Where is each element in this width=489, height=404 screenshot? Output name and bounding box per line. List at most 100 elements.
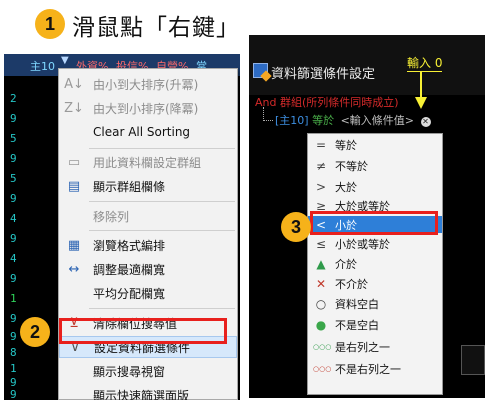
operator-not-between[interactable]: ✕ 不介於 bbox=[308, 275, 442, 292]
operator-between[interactable]: ▲ 介於 bbox=[308, 255, 442, 272]
operator-label: 是右列之一 bbox=[335, 340, 390, 354]
row-number: 8 bbox=[10, 346, 17, 359]
dialog-title: 資料篩選條件設定 bbox=[271, 67, 376, 82]
step-3-badge: 3 bbox=[281, 212, 311, 242]
menu-item-label: 顯示搜尋視窗 bbox=[93, 364, 166, 379]
operator-not-equal[interactable]: ≠ 不等於 bbox=[308, 157, 442, 174]
menu-separator bbox=[89, 308, 235, 309]
filled-circle-icon: ● bbox=[315, 317, 327, 332]
group-panel-icon: ▤ bbox=[67, 178, 81, 194]
row-number: 4 bbox=[10, 212, 17, 225]
format-icon: ▦ bbox=[67, 237, 81, 253]
highlight-box-less-than bbox=[310, 211, 438, 235]
menu-separator bbox=[89, 230, 235, 231]
less-equal-icon: ≤ bbox=[315, 236, 327, 251]
not-in-list-icon: ○○○ bbox=[313, 364, 332, 373]
operator-not-in-list[interactable]: ○○○ 不是右列之一 bbox=[308, 360, 442, 377]
menu-item-remove-column[interactable]: 移除列 bbox=[59, 205, 237, 227]
operator-is-blank[interactable]: ○ 資料空白 bbox=[308, 295, 442, 312]
row-number: 5 bbox=[10, 172, 17, 185]
menu-separator bbox=[89, 148, 235, 149]
operator-dropdown: = 等於 ≠ 不等於 > 大於 ≥ 大於或等於 < 小於 ≤ 小於或等於 ▲ 介… bbox=[307, 133, 443, 395]
menu-item-label: 顯示群組欄條 bbox=[93, 179, 166, 194]
operator-label: 不是空白 bbox=[335, 318, 379, 332]
step-2-badge: 2 bbox=[20, 317, 50, 347]
fit-width-icon: ↔ bbox=[68, 261, 80, 277]
row-number: 9 bbox=[10, 232, 17, 245]
operator-label: 大於 bbox=[335, 180, 357, 194]
menu-item-distribute-width[interactable]: 平均分配欄寬 bbox=[59, 282, 237, 304]
blank-circle-icon: ○ bbox=[315, 296, 327, 311]
operator-label: 不等於 bbox=[335, 159, 368, 173]
row-number: 9 bbox=[10, 312, 17, 325]
step-1-badge: 1 bbox=[35, 9, 65, 39]
operator-in-list[interactable]: ○○○ 是右列之一 bbox=[308, 338, 442, 355]
context-menu: A↓ 由小到大排序(升冪) Z↓ 由大到小排序(降冪) Clear All So… bbox=[58, 68, 238, 400]
dialog-title-bar: 資料篩選條件設定 輸入 0 bbox=[249, 35, 485, 95]
sort-descending-icon: Z↓ bbox=[64, 100, 84, 116]
condition-value-input[interactable]: <輸入條件值> bbox=[341, 114, 414, 127]
row-number: 9 bbox=[10, 272, 17, 285]
side-panel-edge bbox=[461, 345, 485, 375]
menu-item-browse-format[interactable]: ▦ 瀏覽格式編排 bbox=[59, 234, 237, 256]
filter-condition-row[interactable]: [主10] 等於 <輸入條件值> ✕ bbox=[275, 112, 431, 128]
row-number: 9 bbox=[10, 152, 17, 165]
operator-label: 不介於 bbox=[335, 277, 368, 291]
operator-label: 不是右列之一 bbox=[335, 362, 401, 376]
row-number: 4 bbox=[10, 252, 17, 265]
operator-not-blank[interactable]: ● 不是空白 bbox=[308, 316, 442, 333]
row-number: 9 bbox=[10, 388, 17, 400]
row-number: 1 bbox=[10, 292, 17, 305]
not-equal-icon: ≠ bbox=[315, 158, 327, 173]
operator-greater[interactable]: > 大於 bbox=[308, 178, 442, 195]
menu-item-group-by-column[interactable]: ▭ 用此資料欄設定群組 bbox=[59, 151, 237, 173]
operator-label: 資料空白 bbox=[335, 297, 379, 311]
menu-item-label: 平均分配欄寬 bbox=[93, 286, 166, 301]
menu-item-label: 瀏覽格式編排 bbox=[93, 238, 166, 253]
down-arrow-icon bbox=[415, 71, 427, 109]
menu-item-label: 顯示快速篩選面版 bbox=[93, 388, 190, 401]
input-note-label: 輸入 0 bbox=[407, 56, 443, 72]
menu-item-label: 由小到大排序(升冪) bbox=[93, 77, 199, 92]
menu-item-clear-sorting[interactable]: Clear All Sorting bbox=[59, 121, 237, 143]
menu-item-label: 用此資料欄設定群組 bbox=[93, 155, 202, 170]
highlight-box-set-filter bbox=[59, 318, 227, 344]
row-number: 9 bbox=[10, 112, 17, 125]
menu-item-sort-descending[interactable]: Z↓ 由大到小排序(降冪) bbox=[59, 97, 237, 119]
tree-connector bbox=[263, 107, 273, 121]
menu-item-label: 調整最適欄寬 bbox=[93, 262, 166, 277]
between-icon: ▲ bbox=[316, 256, 326, 271]
menu-item-label: Clear All Sorting bbox=[93, 125, 191, 139]
not-between-icon: ✕ bbox=[315, 276, 327, 291]
operator-label: 小於或等於 bbox=[335, 237, 390, 251]
greater-icon: > bbox=[315, 179, 327, 194]
data-grid-screenshot: 主10 ▼ 外資% 投信% 自營% 當 2 9 5 9 5 9 4 9 4 9 … bbox=[4, 54, 240, 400]
menu-item-show-quick-filter[interactable]: 顯示快速篩選面版 bbox=[59, 384, 237, 401]
menu-item-label: 移除列 bbox=[93, 209, 130, 224]
row-number: 9 bbox=[10, 192, 17, 205]
operator-label: 介於 bbox=[335, 257, 357, 271]
condition-field[interactable]: [主10] bbox=[275, 114, 309, 127]
operator-label: 等於 bbox=[335, 138, 357, 152]
menu-item-show-group-panel[interactable]: ▤ 顯示群組欄條 bbox=[59, 175, 237, 197]
row-number: 9 bbox=[10, 330, 17, 343]
menu-item-best-fit-width[interactable]: ↔ 調整最適欄寬 bbox=[59, 258, 237, 280]
in-list-icon: ○○○ bbox=[313, 342, 332, 351]
filter-settings-icon bbox=[253, 63, 268, 78]
menu-item-sort-ascending[interactable]: A↓ 由小到大排序(升冪) bbox=[59, 73, 237, 95]
header-cell-main10[interactable]: 主10 bbox=[30, 58, 55, 74]
filter-group-root[interactable]: And 群組(所列條件同時成立) bbox=[255, 94, 399, 110]
menu-separator bbox=[89, 201, 235, 202]
condition-operator[interactable]: 等於 bbox=[312, 114, 334, 127]
operator-equal[interactable]: = 等於 bbox=[308, 136, 442, 153]
equal-icon: = bbox=[315, 137, 327, 152]
menu-item-show-search-window[interactable]: 顯示搜尋視窗 bbox=[59, 360, 237, 382]
row-number: 5 bbox=[10, 132, 17, 145]
menu-item-label: 由大到小排序(降冪) bbox=[93, 101, 199, 116]
remove-condition-icon[interactable]: ✕ bbox=[420, 117, 431, 127]
sort-ascending-icon: A↓ bbox=[64, 76, 84, 92]
row-number: 2 bbox=[10, 92, 17, 105]
row-number: 1 bbox=[10, 362, 17, 375]
operator-less-equal[interactable]: ≤ 小於或等於 bbox=[308, 235, 442, 252]
filter-marker-icon: ▼ bbox=[61, 55, 69, 66]
